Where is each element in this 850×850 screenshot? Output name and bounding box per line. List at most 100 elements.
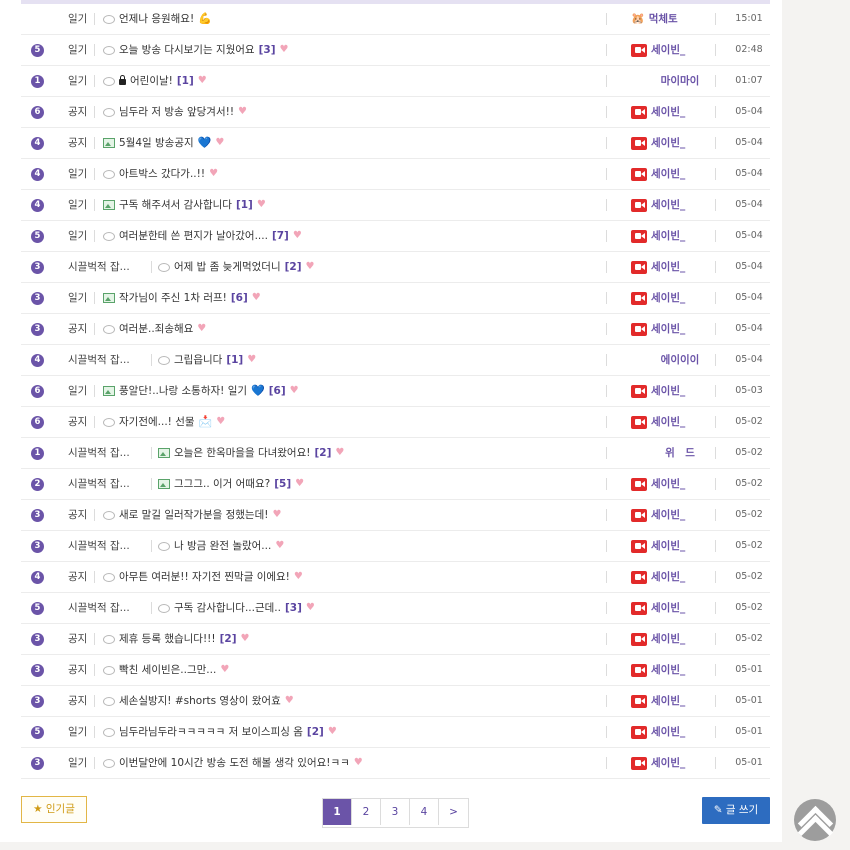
post-title-link[interactable]: 오늘 방송 다시보기는 지웠어요 [3] ♥ bbox=[103, 35, 288, 65]
post-title-link[interactable]: 새로 말길 일러작가분을 정했는데! ♥ bbox=[103, 500, 281, 530]
category-label[interactable]: 시끌벅적 잡... bbox=[68, 345, 130, 375]
post-row[interactable]: 3 공지 여러분..죄송해요 ♥ 세이빈_ 05-04 bbox=[21, 314, 770, 345]
category-label[interactable]: 일기 bbox=[68, 190, 87, 220]
post-row[interactable]: 6 일기 풍알단!..나랑 소통하자! 일기 💙 [6] ♥ 세이빈_ 05-03 bbox=[21, 376, 770, 407]
page-button[interactable]: 4 bbox=[410, 799, 439, 825]
category-label[interactable]: 공지 bbox=[68, 314, 87, 344]
category-label[interactable]: 공지 bbox=[68, 500, 87, 530]
post-title-link[interactable]: 어제 밥 좀 늦게먹었더니 [2] ♥ bbox=[158, 252, 315, 282]
page-button[interactable]: 1 bbox=[323, 799, 352, 825]
comment-count[interactable]: [1] bbox=[236, 190, 253, 220]
post-row[interactable]: 4 일기 아트박스 갔다가..!! ♥ 세이빈_ 05-04 bbox=[21, 159, 770, 190]
post-row[interactable]: 3 공지 새로 말길 일러작가분을 정했는데! ♥ 세이빈_ 05-02 bbox=[21, 500, 770, 531]
category-label[interactable]: 일기 bbox=[68, 221, 87, 251]
comment-count[interactable]: [1] bbox=[226, 345, 243, 375]
post-row[interactable]: 일기 언제나 응원해요! 💪 🐹 먹체토 15:01 bbox=[21, 4, 770, 35]
post-title-link[interactable]: 이번달안에 10시간 방송 도전 해볼 생각 있어요!ㅋㅋ ♥ bbox=[103, 748, 363, 778]
post-row[interactable]: 4 공지 5월4일 방송공지 💙 ♥ 세이빈_ 05-04 bbox=[21, 128, 770, 159]
comment-count[interactable]: [2] bbox=[285, 252, 302, 282]
post-row[interactable]: 5 일기 오늘 방송 다시보기는 지웠어요 [3] ♥ 세이빈_ 02:48 bbox=[21, 35, 770, 66]
post-title-link[interactable]: 오늘은 한옥마을을 다녀왔어요! [2] ♥ bbox=[158, 438, 344, 468]
post-title-link[interactable]: 아무튼 여러분!! 자기전 찐막글 이에요! ♥ bbox=[103, 562, 303, 592]
post-row[interactable]: 3 공지 세손실방지! #shorts 영상이 왔어효 ♥ 세이빈_ 05-01 bbox=[21, 686, 770, 717]
category-label[interactable]: 일기 bbox=[68, 283, 87, 313]
post-row[interactable]: 6 공지 님두라 저 방송 앞당겨서!! ♥ 세이빈_ 05-04 bbox=[21, 97, 770, 128]
popular-posts-button[interactable]: ★ 인기글 bbox=[21, 796, 87, 823]
post-title-link[interactable]: 언제나 응원해요! 💪 bbox=[103, 4, 212, 34]
post-row[interactable]: 4 일기 구독 해주셔서 감사합니다 [1] ♥ 세이빈_ 05-04 bbox=[21, 190, 770, 221]
category-label[interactable]: 일기 bbox=[68, 66, 87, 96]
post-title-link[interactable]: 풍알단!..나랑 소통하자! 일기 💙 [6] ♥ bbox=[103, 376, 299, 406]
post-row[interactable]: 5 일기 님두라님두라ㅋㅋㅋㅋㅋ 저 보이스피싱 옴 [2] ♥ 세이빈_ 05-01 bbox=[21, 717, 770, 748]
comment-count[interactable]: [5] bbox=[274, 469, 291, 499]
category-label[interactable]: 일기 bbox=[68, 376, 87, 406]
category-label[interactable]: 공지 bbox=[68, 562, 87, 592]
scroll-to-top-icon[interactable] bbox=[794, 799, 836, 841]
post-row[interactable]: 5 시끌벅적 잡... 구독 감사합니다...근데.. [3] ♥ 세이빈_ 05-02 bbox=[21, 593, 770, 624]
category-label[interactable]: 일기 bbox=[68, 717, 87, 747]
post-row[interactable]: 4 시끌벅적 잡... 그립읍니다 [1] ♥ 에이이이 05-04 bbox=[21, 345, 770, 376]
post-title-link[interactable]: 님두라 저 방송 앞당겨서!! ♥ bbox=[103, 97, 247, 127]
page-button[interactable]: 3 bbox=[381, 799, 410, 825]
comment-count[interactable]: [6] bbox=[231, 283, 248, 313]
category-label[interactable]: 공지 bbox=[68, 624, 87, 654]
page-button[interactable]: 2 bbox=[352, 799, 381, 825]
post-row[interactable]: 6 공지 자기전에...! 선물 📩 ♥ 세이빈_ 05-02 bbox=[21, 407, 770, 438]
post-row[interactable]: 3 일기 이번달안에 10시간 방송 도전 해볼 생각 있어요!ㅋㅋ ♥ 세이빈_ 05-… bbox=[21, 748, 770, 779]
category-label[interactable]: 시끌벅적 잡... bbox=[68, 531, 130, 561]
post-title-link[interactable]: 세손실방지! #shorts 영상이 왔어효 ♥ bbox=[103, 686, 294, 716]
post-title-link[interactable]: 그그그.. 이거 어때요? [5] ♥ bbox=[158, 469, 304, 499]
post-title-link[interactable]: 여러분한테 쓴 편지가 날아갔어.... [7] ♥ bbox=[103, 221, 302, 251]
post-row[interactable]: 3 공지 제휴 등록 했습니다!!! [2] ♥ 세이빈_ 05-02 bbox=[21, 624, 770, 655]
post-title-link[interactable]: 자기전에...! 선물 📩 ♥ bbox=[103, 407, 225, 437]
category-label[interactable]: 일기 bbox=[68, 4, 87, 34]
comment-count[interactable]: [1] bbox=[177, 66, 194, 96]
next-page-button[interactable]: > bbox=[439, 799, 468, 825]
post-title-link[interactable]: 여러분..죄송해요 ♥ bbox=[103, 314, 206, 344]
post-title: 새로 말길 일러작가분을 정했는데! bbox=[119, 509, 269, 521]
category-label[interactable]: 일기 bbox=[68, 159, 87, 189]
category-label[interactable]: 시끌벅적 잡... bbox=[68, 252, 130, 282]
post-title-link[interactable]: 그립읍니다 [1] ♥ bbox=[158, 345, 256, 375]
post-title-link[interactable]: 구독 감사합니다...근데.. [3] ♥ bbox=[158, 593, 315, 623]
category-label[interactable]: 시끌벅적 잡... bbox=[68, 593, 130, 623]
post-title-link[interactable]: 5월4일 방송공지 💙 ♥ bbox=[103, 128, 224, 158]
comment-count[interactable]: [3] bbox=[259, 35, 276, 65]
category-label[interactable]: 공지 bbox=[68, 97, 87, 127]
category-label[interactable]: 공지 bbox=[68, 655, 87, 685]
post-row[interactable]: 3 시끌벅적 잡... 나 방금 완전 놀랐어... ♥ 세이빈_ 05-02 bbox=[21, 531, 770, 562]
divider bbox=[606, 75, 607, 87]
comment-count[interactable]: [2] bbox=[220, 624, 237, 654]
post-title-link[interactable]: 아트박스 갔다가..!! ♥ bbox=[103, 159, 218, 189]
category-label[interactable]: 공지 bbox=[68, 407, 87, 437]
post-row[interactable]: 2 시끌벅적 잡... 그그그.. 이거 어때요? [5] ♥ 세이빈_ 05-02 bbox=[21, 469, 770, 500]
post-title-link[interactable]: 빡친 세이빈은..그만... ♥ bbox=[103, 655, 229, 685]
post-row[interactable]: 5 일기 여러분한테 쓴 편지가 날아갔어.... [7] ♥ 세이빈_ 05-04 bbox=[21, 221, 770, 252]
post-title-link[interactable]: 님두라님두라ㅋㅋㅋㅋㅋ 저 보이스피싱 옴 [2] ♥ bbox=[103, 717, 337, 747]
category-label[interactable]: 공지 bbox=[68, 686, 87, 716]
comment-count[interactable]: [7] bbox=[272, 221, 289, 251]
post-title-link[interactable]: 작가님이 주신 1차 러프! [6] ♥ bbox=[103, 283, 261, 313]
post-title-link[interactable]: 나 방금 완전 놀랐어... ♥ bbox=[158, 531, 284, 561]
post-title-link[interactable]: 제휴 등록 했습니다!!! [2] ♥ bbox=[103, 624, 249, 654]
post-row[interactable]: 1 일기 어린이날! [1] ♥ 마이마이 01:07 bbox=[21, 66, 770, 97]
category-label[interactable]: 시끌벅적 잡... bbox=[68, 438, 130, 468]
comment-count[interactable]: [6] bbox=[269, 376, 286, 406]
category-label[interactable]: 일기 bbox=[68, 35, 87, 65]
post-title-link[interactable]: 어린이날! [1] ♥ bbox=[103, 66, 207, 96]
post-row[interactable]: 3 공지 빡친 세이빈은..그만... ♥ 세이빈_ 05-01 bbox=[21, 655, 770, 686]
category-label[interactable]: 시끌벅적 잡... bbox=[68, 469, 130, 499]
comment-count[interactable]: [2] bbox=[314, 438, 331, 468]
comment-count[interactable]: [3] bbox=[285, 593, 302, 623]
post-row[interactable]: 4 공지 아무튼 여러분!! 자기전 찐막글 이에요! ♥ 세이빈_ 05-02 bbox=[21, 562, 770, 593]
category-label[interactable]: 일기 bbox=[68, 748, 87, 778]
post-row[interactable]: 3 시끌벅적 잡... 어제 밥 좀 늦게먹었더니 [2] ♥ 세이빈_ 05-04 bbox=[21, 252, 770, 283]
post-title: 언제나 응원해요! bbox=[119, 13, 195, 25]
post-row[interactable]: 3 일기 작가님이 주신 1차 러프! [6] ♥ 세이빈_ 05-04 bbox=[21, 283, 770, 314]
post-title-link[interactable]: 구독 해주셔서 감사합니다 [1] ♥ bbox=[103, 190, 266, 220]
write-post-button[interactable]: ✎ 글 쓰기 bbox=[702, 797, 770, 824]
divider bbox=[715, 168, 716, 180]
comment-count[interactable]: [2] bbox=[307, 717, 324, 747]
post-row[interactable]: 1 시끌벅적 잡... 오늘은 한옥마을을 다녀왔어요! [2] ♥ 위 드 05-02 bbox=[21, 438, 770, 469]
category-label[interactable]: 공지 bbox=[68, 128, 87, 158]
